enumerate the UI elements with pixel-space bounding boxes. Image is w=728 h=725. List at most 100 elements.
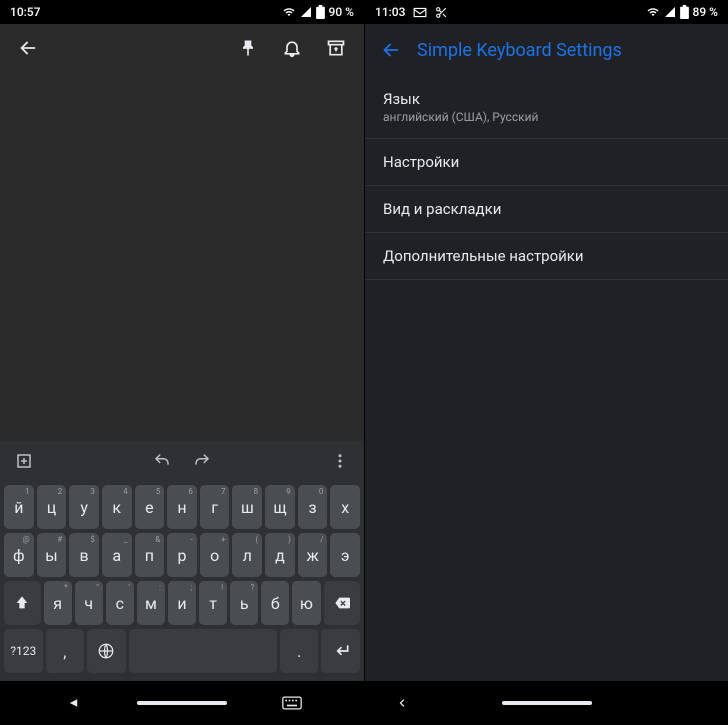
letter-key[interactable]: р-: [167, 533, 197, 577]
settings-list: Языканглийский (США), Русский Настройки Ви…: [365, 76, 728, 280]
key-hint: 2: [58, 487, 63, 496]
enter-key[interactable]: [321, 629, 360, 673]
status-bar: 10:57 90 %: [0, 0, 364, 24]
status-left: 11:03: [375, 5, 448, 19]
keyboard-container: й1ц2у3к4е5н6г7ш8щ9з0х ф@ы#в$а_п&р-о+л(д)…: [0, 441, 364, 681]
symbols-key-label: ?123: [10, 644, 36, 658]
battery-icon: [680, 5, 689, 19]
key-hint: 5: [156, 487, 161, 496]
settings-empty-area: [365, 280, 728, 725]
settings-title: Simple Keyboard Settings: [417, 40, 622, 61]
status-right: 89 %: [646, 5, 718, 19]
keyboard: й1ц2у3к4е5н6г7ш8щ9з0х ф@ы#в$а_п&р-о+л(д)…: [0, 481, 364, 681]
key-hint: ): [288, 535, 291, 544]
nav-keyboard-switch-button[interactable]: [272, 683, 312, 723]
letter-key[interactable]: я*: [44, 581, 72, 625]
status-time: 11:03: [375, 5, 405, 19]
wifi-icon: [282, 6, 296, 18]
nav-back-button[interactable]: [382, 683, 422, 723]
status-time: 10:57: [10, 5, 40, 19]
letter-key[interactable]: ы#: [37, 533, 67, 577]
wifi-icon: [646, 6, 660, 18]
letter-key[interactable]: ф@: [4, 533, 34, 577]
nav-bar: [365, 681, 728, 725]
nav-bar: [0, 681, 364, 725]
nav-home-button[interactable]: [502, 701, 592, 705]
settings-item-primary: Вид и раскладки: [383, 200, 710, 218]
key-hint: 0: [319, 487, 324, 496]
settings-item[interactable]: Настройки: [365, 139, 728, 186]
letter-key[interactable]: ь?: [230, 581, 258, 625]
signal-icon: [664, 6, 676, 18]
status-battery-pct: 89 %: [693, 5, 718, 19]
letter-key[interactable]: й1: [4, 485, 34, 529]
settings-item[interactable]: Языканглийский (США), Русский: [365, 76, 728, 139]
letter-key[interactable]: ю: [292, 581, 320, 625]
key-hint: _: [124, 535, 128, 544]
pin-icon[interactable]: [228, 28, 268, 68]
key-hint: ': [128, 583, 129, 592]
key-hint: $: [90, 535, 95, 544]
key-hint: ?: [251, 583, 255, 592]
archive-icon[interactable]: [316, 28, 356, 68]
language-key[interactable]: [87, 629, 126, 673]
phone-right: 11:03 89 % Simple Keyboard Settings: [364, 0, 728, 725]
more-icon[interactable]: [322, 443, 358, 479]
letter-key[interactable]: ш8: [232, 485, 262, 529]
letter-key[interactable]: е5: [135, 485, 165, 529]
letter-key[interactable]: и;: [168, 581, 196, 625]
settings-item[interactable]: Вид и раскладки: [365, 186, 728, 233]
letter-key[interactable]: б: [261, 581, 289, 625]
key-hint: ": [96, 583, 99, 592]
letter-key[interactable]: щ9: [265, 485, 295, 529]
expand-icon[interactable]: [6, 443, 42, 479]
space-key[interactable]: [129, 629, 277, 673]
back-button[interactable]: [8, 28, 48, 68]
letter-key[interactable]: х: [330, 485, 360, 529]
keyboard-row-2: ф@ы#в$а_п&р-о+л(д)ж/э: [2, 531, 362, 579]
shift-key[interactable]: [4, 581, 41, 625]
letter-key[interactable]: п&: [135, 533, 165, 577]
letter-key[interactable]: н6: [167, 485, 197, 529]
period-key[interactable]: .: [280, 629, 319, 673]
letter-key[interactable]: м:: [137, 581, 165, 625]
letter-key[interactable]: з0: [298, 485, 328, 529]
keyboard-row-1: й1ц2у3к4е5н6г7ш8щ9з0х: [2, 483, 362, 531]
nav-home-button[interactable]: [137, 701, 227, 705]
letter-key[interactable]: г7: [200, 485, 230, 529]
letter-key[interactable]: к4: [102, 485, 132, 529]
letter-key[interactable]: о+: [200, 533, 230, 577]
letter-key[interactable]: д): [265, 533, 295, 577]
backspace-key[interactable]: [324, 581, 361, 625]
key-hint: 7: [221, 487, 226, 496]
letter-key[interactable]: у3: [69, 485, 99, 529]
letter-key[interactable]: э: [330, 533, 360, 577]
key-hint: 4: [123, 487, 128, 496]
key-hint: 1: [25, 487, 30, 496]
comma-key[interactable]: ,: [46, 629, 85, 673]
symbols-key[interactable]: ?123: [4, 629, 43, 673]
letter-key[interactable]: ц2: [37, 485, 67, 529]
letter-key[interactable]: в$: [69, 533, 99, 577]
key-hint: 9: [286, 487, 291, 496]
letter-key[interactable]: л(: [232, 533, 262, 577]
letter-key[interactable]: а_: [102, 533, 132, 577]
key-hint: @: [22, 535, 29, 544]
back-button[interactable]: [371, 30, 411, 70]
reminder-icon[interactable]: [272, 28, 312, 68]
letter-key[interactable]: с': [106, 581, 134, 625]
keyboard-row-4: ?123 , .: [2, 627, 362, 675]
settings-item-primary: Настройки: [383, 153, 710, 171]
letter-key[interactable]: ч": [75, 581, 103, 625]
undo-icon[interactable]: [144, 443, 180, 479]
redo-icon[interactable]: [184, 443, 220, 479]
key-hint: 3: [90, 487, 95, 496]
key-hint: 6: [188, 487, 193, 496]
letter-key[interactable]: ж/: [298, 533, 328, 577]
app-bar: [0, 24, 364, 72]
key-hint: (: [255, 535, 258, 544]
nav-back-button[interactable]: [52, 683, 92, 723]
key-hint: ;: [190, 583, 192, 592]
letter-key[interactable]: т!: [199, 581, 227, 625]
settings-item[interactable]: Дополнительные настройки: [365, 233, 728, 280]
